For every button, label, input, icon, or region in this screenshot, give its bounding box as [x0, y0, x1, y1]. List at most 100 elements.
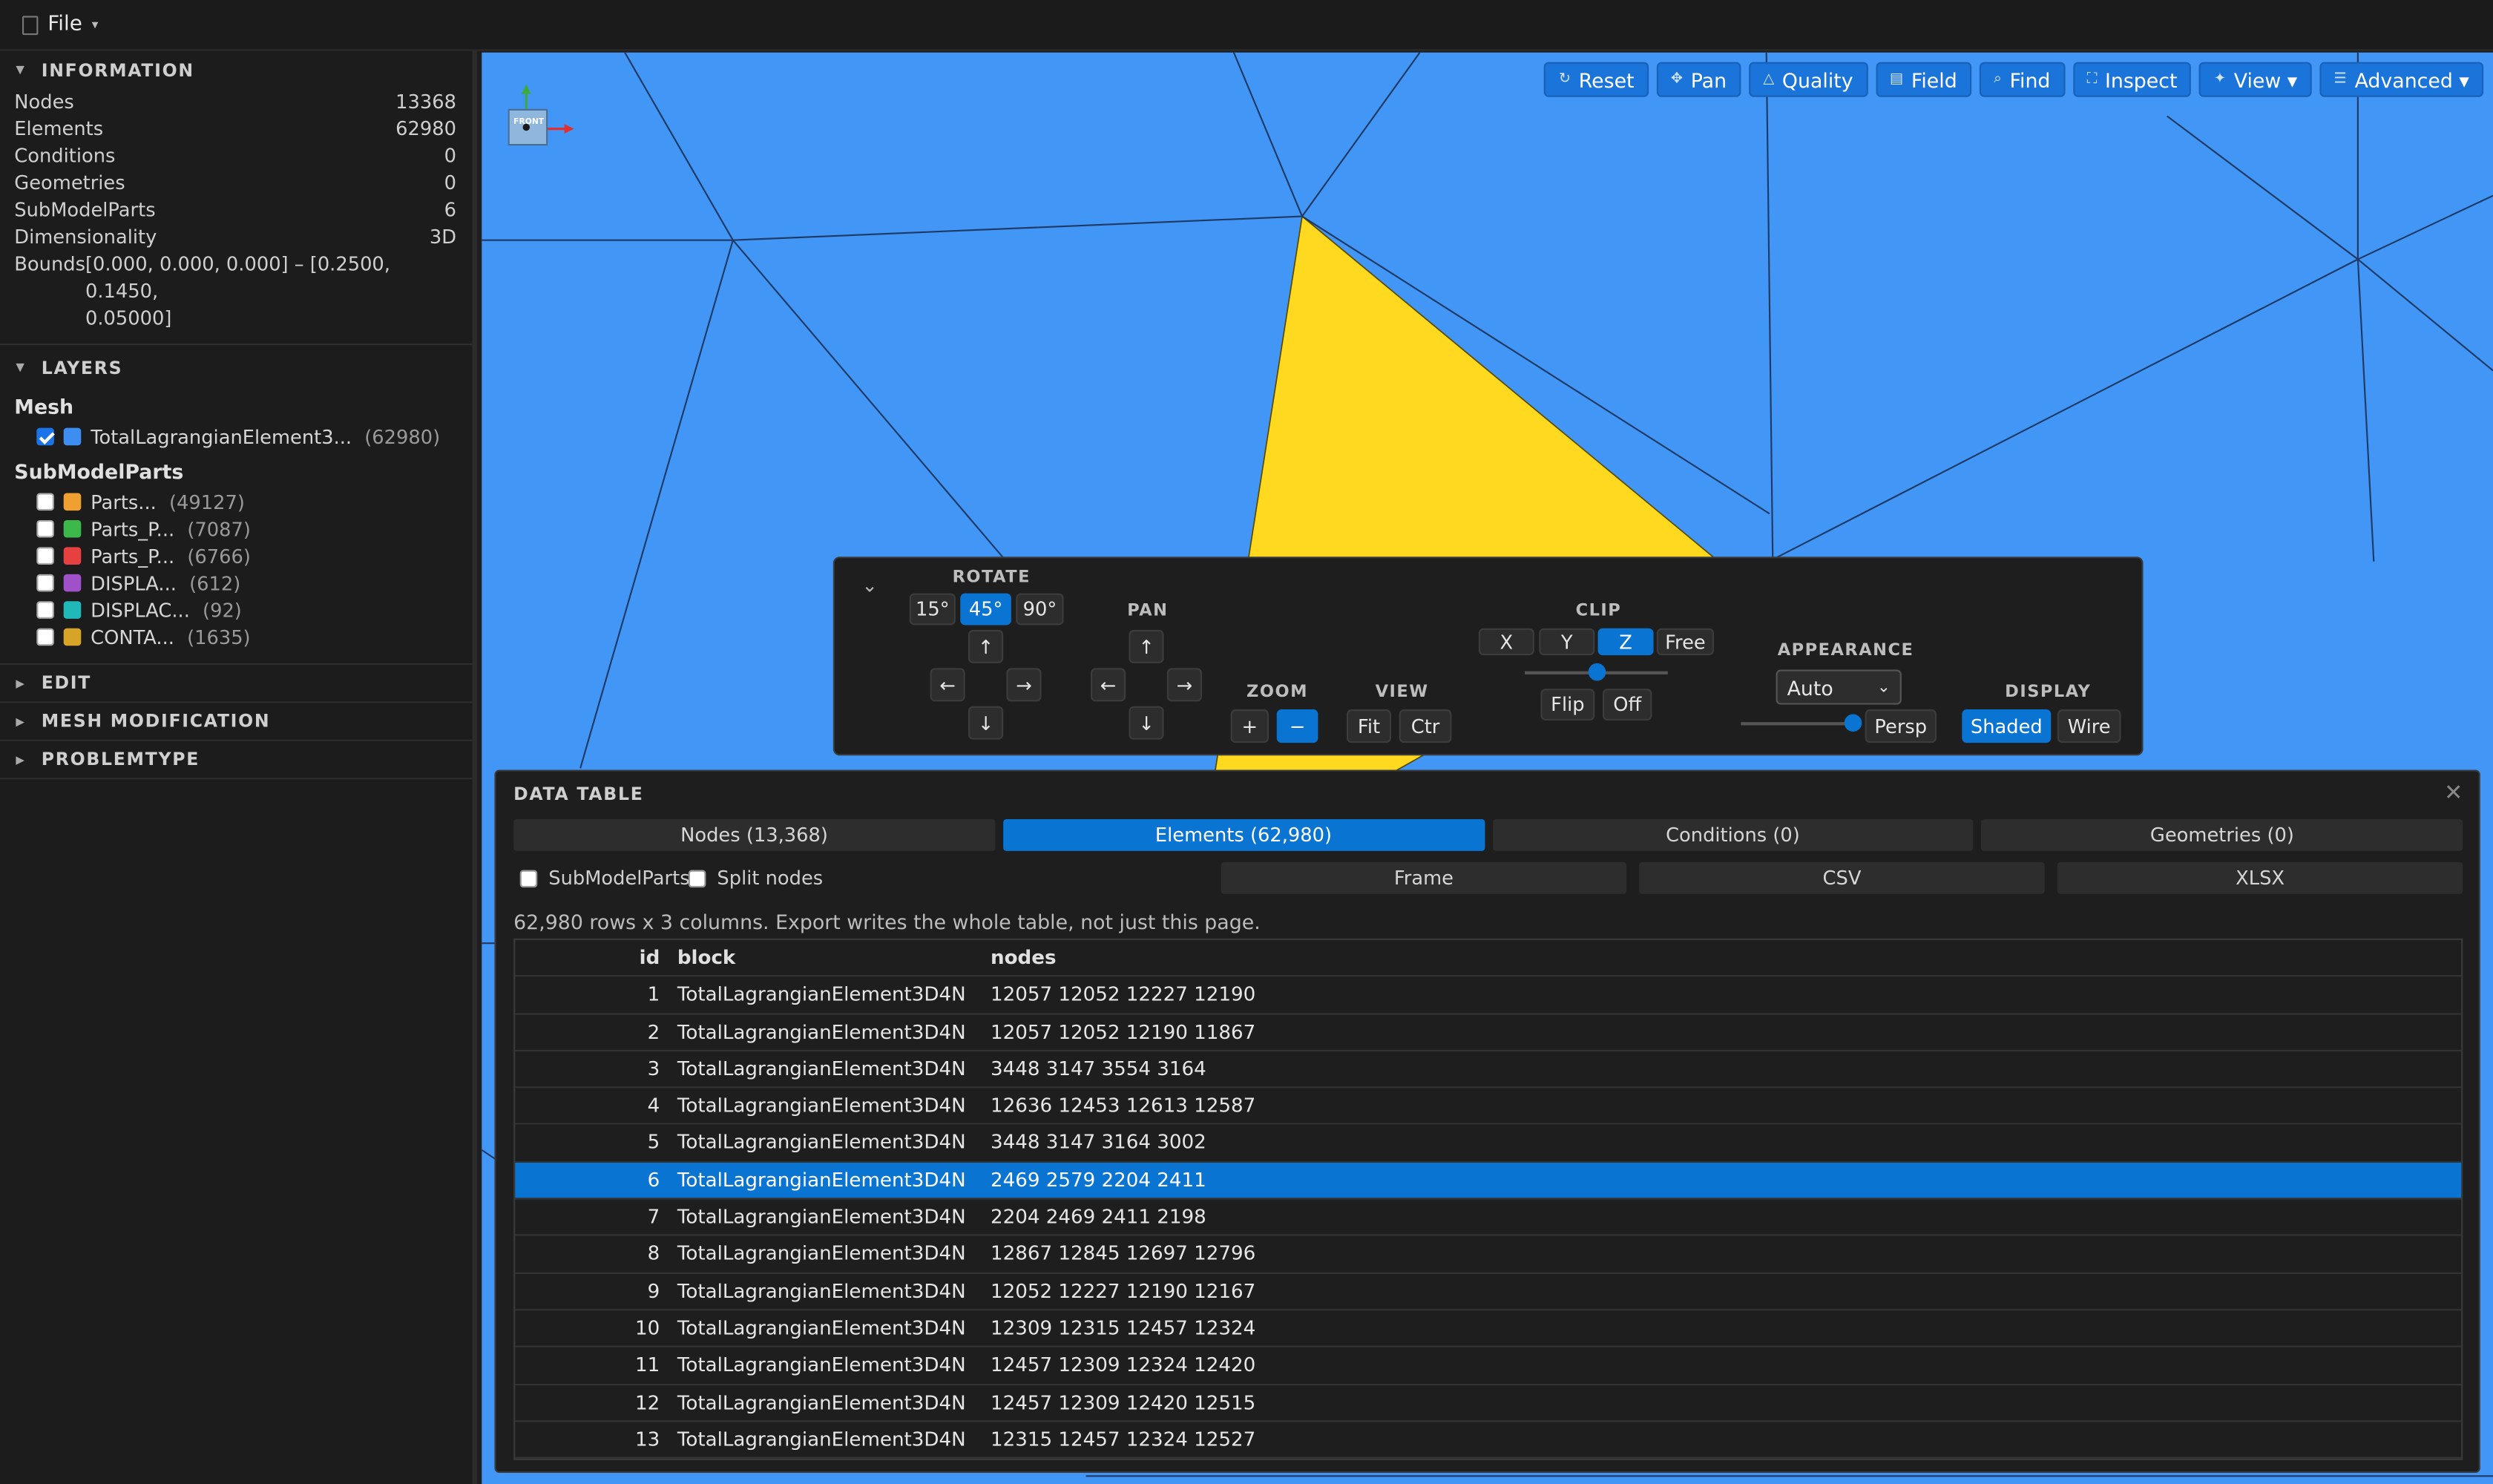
rotate-down-button[interactable]: ↓ [968, 706, 1004, 740]
zoom-in-button[interactable]: + [1230, 709, 1269, 743]
export-xlsx-button[interactable]: XLSX [2057, 861, 2463, 894]
pan-right-button[interactable]: → [1166, 668, 1202, 702]
submodelparts-option[interactable]: SubModelParts [519, 867, 690, 889]
clip-off-button[interactable]: Off [1603, 689, 1652, 721]
center-view-button[interactable]: Ctr [1399, 709, 1452, 743]
pan-up-button[interactable]: ↑ [1129, 629, 1164, 663]
clip-axis-free[interactable]: Free [1656, 628, 1714, 656]
layer-item[interactable]: Parts_P... (6766) [0, 542, 472, 569]
split-nodes-checkbox[interactable] [688, 869, 706, 887]
orientation-gizmo[interactable]: FRONT [504, 81, 580, 151]
rotate-left-button[interactable]: ← [930, 668, 965, 702]
clip-axis-z[interactable]: Z [1597, 628, 1654, 656]
pan-left-button[interactable]: ← [1091, 668, 1126, 702]
table-summary: 62,980 rows x 3 columns. Export writes t… [513, 910, 1261, 934]
inspect-button[interactable]: ⛶ Inspect [2072, 62, 2192, 97]
submodelparts-checkbox[interactable] [519, 869, 538, 887]
cell-nodes: 3448 3147 3164 3002 [991, 1132, 1206, 1155]
layer-visibility-checkbox[interactable] [36, 493, 54, 511]
table-row[interactable]: 11 TotalLagrangianElement3D4N 12457 12309 … [515, 1347, 2462, 1385]
rotate-up-button[interactable]: ↑ [968, 629, 1004, 663]
slider-knob[interactable] [1843, 714, 1862, 732]
close-icon[interactable]: ✕ [2444, 781, 2463, 807]
table-row[interactable]: 13 TotalLagrangianElement3D4N 12315 12457 … [515, 1422, 2462, 1460]
layer-item[interactable]: DISPLAC... (92) [0, 597, 472, 623]
split-nodes-option[interactable]: Split nodes [688, 867, 823, 889]
clip-axis-y[interactable]: Y [1539, 628, 1595, 656]
layer-visibility-checkbox[interactable] [36, 574, 54, 592]
export-frame-button[interactable]: Frame [1221, 861, 1627, 894]
export-csv-button[interactable]: CSV [1639, 861, 2045, 894]
clip-position-slider[interactable] [1525, 663, 1668, 681]
layer-item[interactable]: TotalLagrangianElement3... (62980) [0, 423, 472, 450]
zoom-out-button[interactable]: − [1276, 709, 1318, 743]
table-row[interactable]: 6 TotalLagrangianElement3D4N 2469 2579 220… [515, 1162, 2462, 1200]
layer-visibility-checkbox[interactable] [36, 427, 54, 446]
table-row[interactable]: 2 TotalLagrangianElement3D4N 12057 12052 1… [515, 1014, 2462, 1051]
tab-conditions[interactable]: Conditions (0) [1492, 818, 1974, 851]
table-row[interactable]: 1 TotalLagrangianElement3D4N 12057 12052 1… [515, 977, 2462, 1014]
find-button[interactable]: ⌕ Find [1979, 62, 2065, 97]
layer-color-swatch[interactable] [63, 493, 82, 511]
cell-nodes: 12315 12457 12324 12527 [991, 1428, 1256, 1451]
column-header-id[interactable]: id [515, 940, 660, 976]
section-header-edit[interactable]: ▶ EDIT [0, 665, 473, 703]
layer-color-swatch[interactable] [63, 427, 82, 446]
table-row[interactable]: 9 TotalLagrangianElement3D4N 12052 12227 1… [515, 1273, 2462, 1311]
rotate-step-45[interactable]: 45° [960, 593, 1011, 626]
section-header-problemtype[interactable]: ▶ PROBLEMTYPE [0, 741, 473, 780]
display-shaded-button[interactable]: Shaded [1962, 709, 2052, 743]
layer-color-swatch[interactable] [63, 519, 82, 538]
layer-item[interactable]: Parts_P... (7087) [0, 516, 472, 542]
tab-geometries[interactable]: Geometries (0) [1981, 818, 2463, 851]
tab-nodes[interactable]: Nodes (13,368) [513, 818, 995, 851]
reset-button[interactable]: ↻ Reset [1544, 62, 1649, 97]
layer-color-swatch[interactable] [63, 547, 82, 565]
cell-block: TotalLagrangianElement3D4N [677, 1057, 966, 1080]
pan-button[interactable]: ✥ Pan [1656, 62, 1741, 97]
layer-item[interactable]: CONTA... (1635) [0, 623, 472, 650]
display-wire-button[interactable]: Wire [2057, 709, 2121, 743]
clip-axis-x[interactable]: X [1478, 628, 1534, 656]
rotate-step-90[interactable]: 90° [1016, 593, 1064, 626]
layer-color-swatch[interactable] [63, 628, 82, 646]
layer-color-swatch[interactable] [63, 601, 82, 619]
table-row[interactable]: 10 TotalLagrangianElement3D4N 12309 12315 … [515, 1310, 2462, 1348]
section-header-mesh-modification[interactable]: ▶ MESH MODIFICATION [0, 703, 473, 741]
advanced-button[interactable]: ☰ Advanced ▾ [2319, 62, 2484, 97]
clip-flip-button[interactable]: Flip [1540, 689, 1595, 721]
pan-down-button[interactable]: ↓ [1129, 706, 1164, 740]
tab-elements[interactable]: Elements (62,980) [1002, 818, 1485, 851]
rotate-step-15[interactable]: 15° [909, 593, 956, 626]
quality-button[interactable]: △ Quality [1749, 62, 1868, 97]
cell-block: TotalLagrangianElement3D4N [677, 1391, 966, 1414]
fit-view-button[interactable]: Fit [1347, 709, 1391, 743]
rotate-right-button[interactable]: → [1006, 668, 1042, 702]
view-button[interactable]: ✦ View ▾ [2199, 62, 2312, 97]
layer-visibility-checkbox[interactable] [36, 628, 54, 646]
table-row[interactable]: 5 TotalLagrangianElement3D4N 3448 3147 316… [515, 1126, 2462, 1163]
table-row[interactable]: 8 TotalLagrangianElement3D4N 12867 12845 1… [515, 1236, 2462, 1274]
layer-color-swatch[interactable] [63, 574, 82, 592]
table-row[interactable]: 7 TotalLagrangianElement3D4N 2204 2469 241… [515, 1199, 2462, 1237]
appearance-slider[interactable] [1741, 714, 1862, 732]
section-header-layers[interactable]: ▼ LAYERS [0, 348, 472, 386]
appearance-select[interactable]: Auto ⌄ [1776, 669, 1902, 705]
column-header-block[interactable]: block [660, 940, 991, 976]
collapse-chevron-icon[interactable]: ⌄ [861, 574, 878, 597]
layer-item[interactable]: DISPLA... (612) [0, 569, 472, 596]
file-menu[interactable]: File ▾ [22, 13, 98, 36]
perspective-toggle[interactable]: Persp [1865, 709, 1937, 743]
slider-knob[interactable] [1587, 663, 1606, 681]
column-header-nodes[interactable]: nodes [991, 940, 2461, 976]
field-button[interactable]: ▤ Field [1875, 62, 1972, 97]
layer-visibility-checkbox[interactable] [36, 519, 54, 538]
table-row[interactable]: 4 TotalLagrangianElement3D4N 12636 12453 1… [515, 1089, 2462, 1126]
layer-item[interactable]: Parts... (49127) [0, 488, 472, 515]
layer-visibility-checkbox[interactable] [36, 547, 54, 565]
table-row[interactable]: 12 TotalLagrangianElement3D4N 12457 12309 … [515, 1385, 2462, 1422]
appearance-select-value: Auto [1787, 674, 1833, 700]
section-header-information[interactable]: ▼ INFORMATION [0, 51, 472, 89]
table-row[interactable]: 3 TotalLagrangianElement3D4N 3448 3147 355… [515, 1051, 2462, 1089]
layer-visibility-checkbox[interactable] [36, 601, 54, 619]
